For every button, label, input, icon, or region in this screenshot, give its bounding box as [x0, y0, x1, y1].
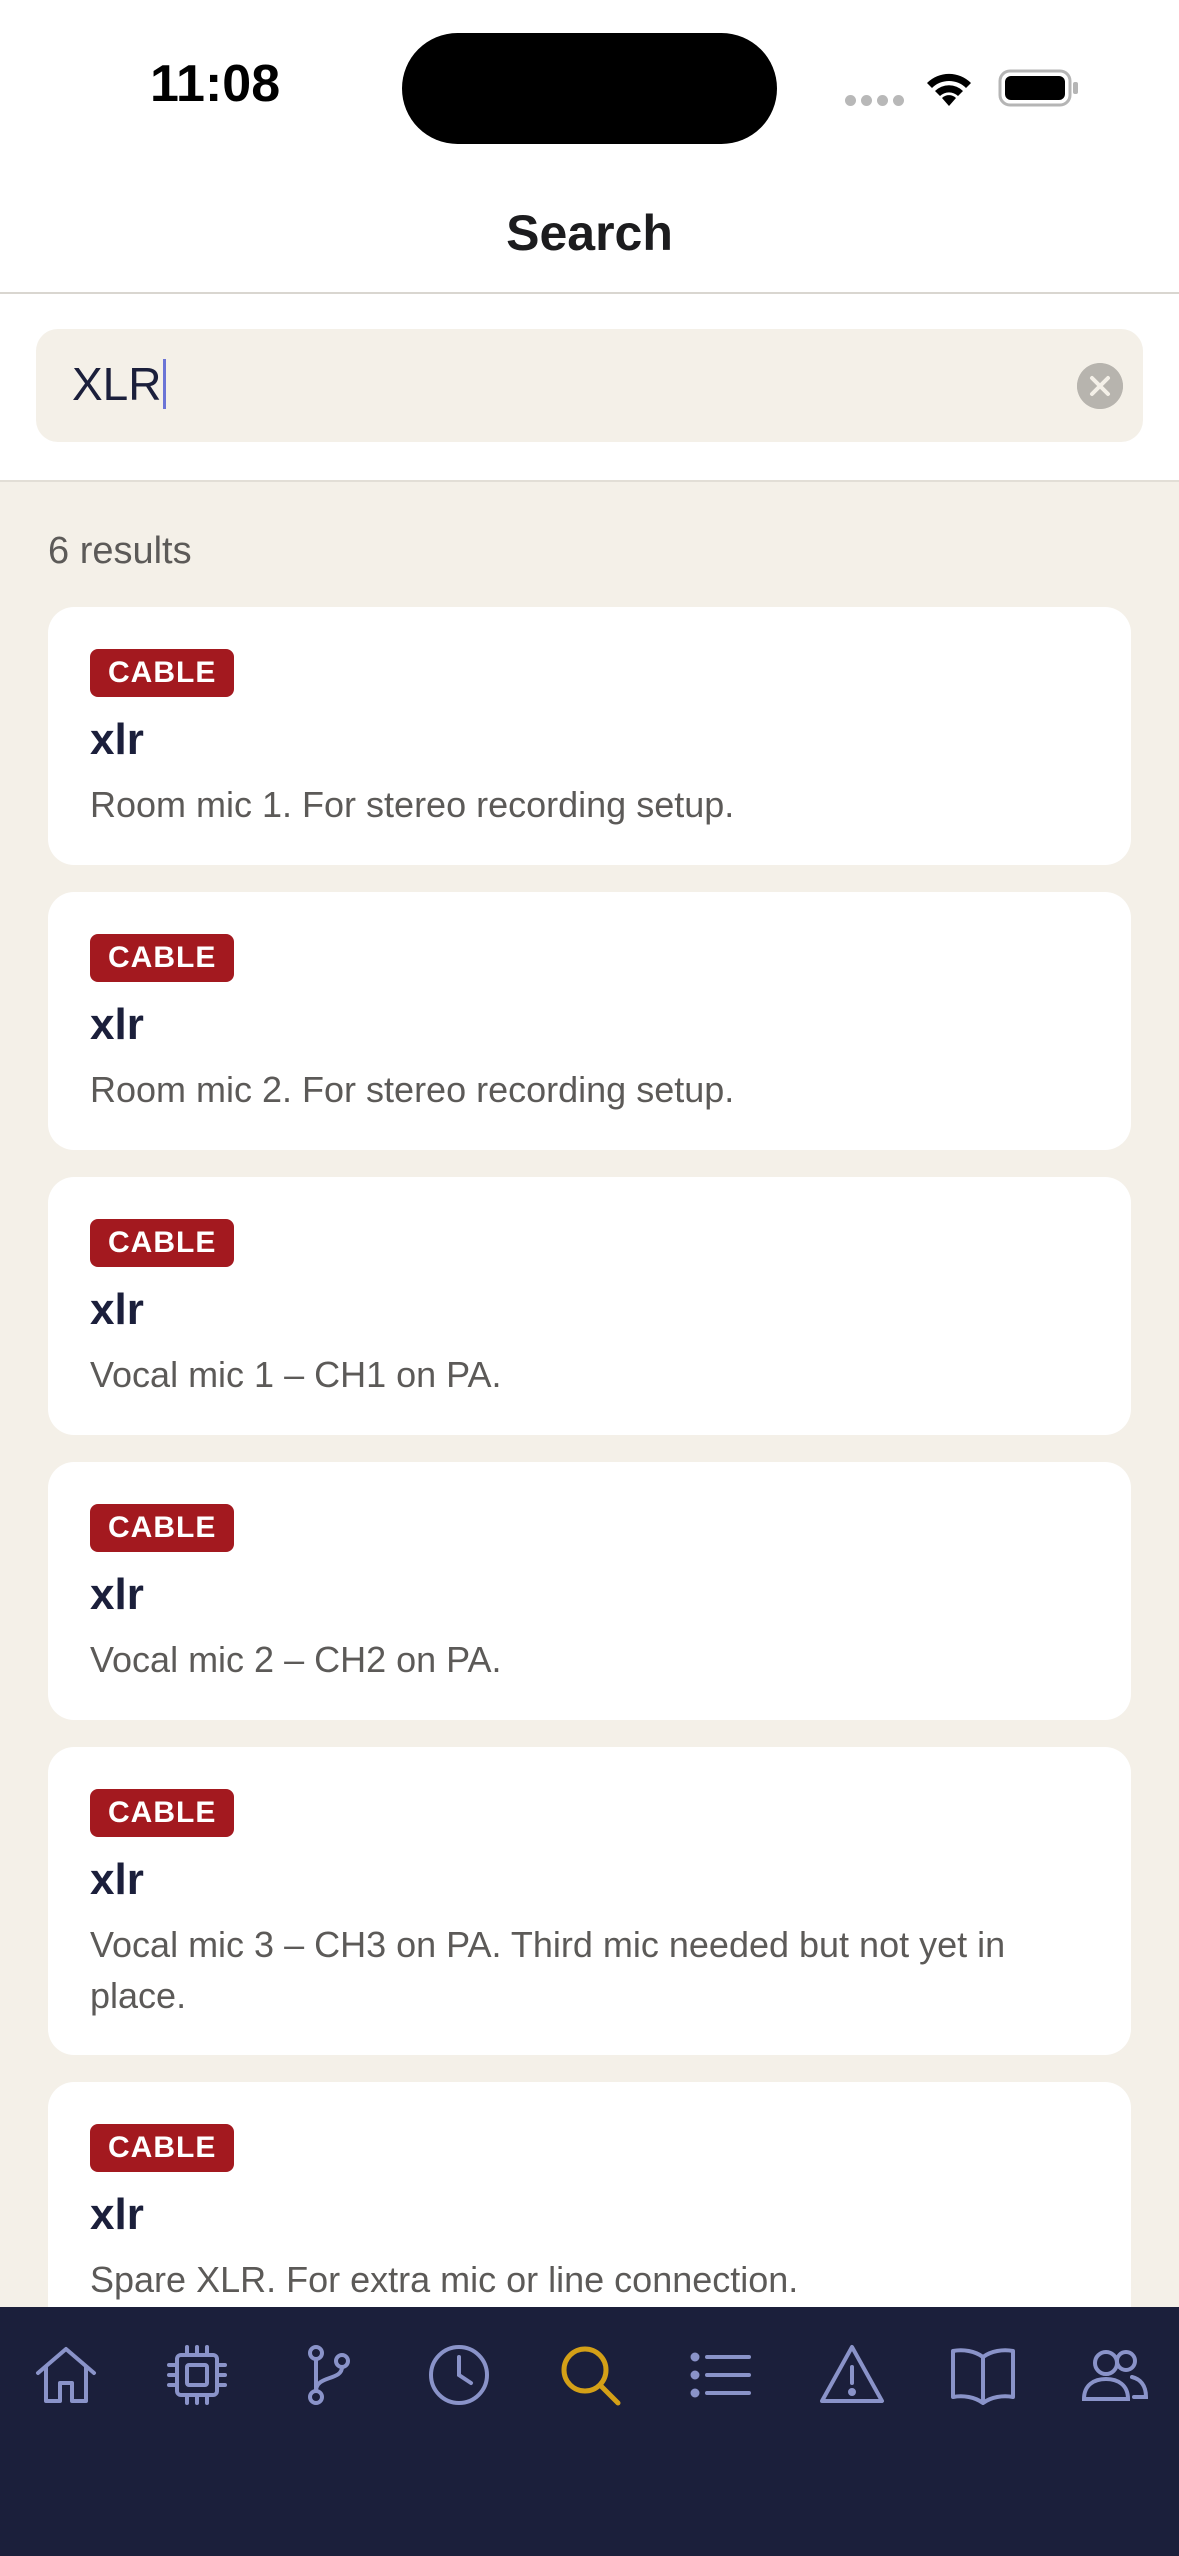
result-title: xlr: [90, 715, 144, 764]
result-title: xlr: [90, 2190, 144, 2239]
result-card[interactable]: CABLE xlr Vocal mic 3 – CH3 on PA. Third…: [48, 1747, 1131, 2055]
list-icon: [690, 2352, 751, 2398]
category-badge: CABLE: [90, 649, 235, 697]
category-badge: CABLE: [90, 1219, 235, 1267]
text-caret: [163, 359, 167, 409]
result-description: Room mic 2. For stereo recording setup.: [90, 1069, 735, 1110]
tab-search[interactable]: [550, 2335, 630, 2415]
status-time: 11:08: [150, 55, 281, 113]
category-badge: CABLE: [90, 1789, 235, 1837]
result-title: xlr: [90, 1570, 144, 1619]
home-icon: [36, 2347, 96, 2403]
result-card[interactable]: CABLE xlr Spare XLR. For extra mic or li…: [48, 2082, 1131, 2340]
search-area: XLR: [0, 294, 1179, 482]
result-card[interactable]: CABLE xlr Vocal mic 2 – CH2 on PA.: [48, 1462, 1131, 1720]
wifi-icon: [927, 73, 971, 106]
result-title: xlr: [90, 1285, 144, 1334]
result-description: Room mic 1. For stereo recording setup.: [90, 784, 735, 825]
battery-icon: [998, 69, 1078, 107]
result-description: Vocal mic 3 – CH3 on PA. Third mic neede…: [90, 1924, 1006, 2016]
warning-icon: [820, 2345, 884, 2403]
search-input[interactable]: XLR: [36, 329, 1143, 442]
tab-people[interactable]: [1074, 2335, 1154, 2415]
branch-icon: [308, 2345, 350, 2405]
clear-search-icon[interactable]: [1077, 363, 1123, 409]
status-bar: 11:08: [0, 0, 1179, 176]
book-icon: [951, 2348, 1015, 2405]
result-description: Vocal mic 2 – CH2 on PA.: [90, 1639, 502, 1680]
result-description: Spare XLR. For extra mic or line connect…: [90, 2259, 799, 2300]
cellular-signal-icon: [845, 95, 905, 107]
page-title: Search: [506, 205, 673, 261]
result-card[interactable]: CABLE xlr Vocal mic 1 – CH1 on PA.: [48, 1177, 1131, 1435]
tab-bar: [0, 2307, 1179, 2556]
search-icon: [561, 2346, 621, 2406]
tab-docs[interactable]: [943, 2335, 1023, 2415]
tab-components[interactable]: [157, 2335, 237, 2415]
result-description: Vocal mic 1 – CH1 on PA.: [90, 1354, 502, 1395]
tab-home[interactable]: [26, 2335, 106, 2415]
category-badge: CABLE: [90, 934, 235, 982]
search-input-value: XLR: [72, 358, 162, 410]
result-title: xlr: [90, 1000, 144, 1049]
nav-header: Search: [0, 176, 1179, 294]
tab-history[interactable]: [419, 2335, 499, 2415]
category-badge: CABLE: [90, 1504, 235, 1552]
result-card[interactable]: CABLE xlr Room mic 1. For stereo recordi…: [48, 607, 1131, 865]
result-card[interactable]: CABLE xlr Room mic 2. For stereo recordi…: [48, 892, 1131, 1150]
tab-list[interactable]: [681, 2335, 761, 2415]
clock-icon: [429, 2345, 489, 2405]
category-badge: CABLE: [90, 2124, 235, 2172]
chip-icon: [167, 2345, 227, 2405]
dynamic-island: [402, 33, 777, 144]
users-icon: [1081, 2350, 1149, 2401]
results-count: 6 results: [48, 530, 192, 572]
tab-issues[interactable]: [812, 2335, 892, 2415]
tab-connections[interactable]: [288, 2335, 368, 2415]
result-title: xlr: [90, 1855, 144, 1904]
